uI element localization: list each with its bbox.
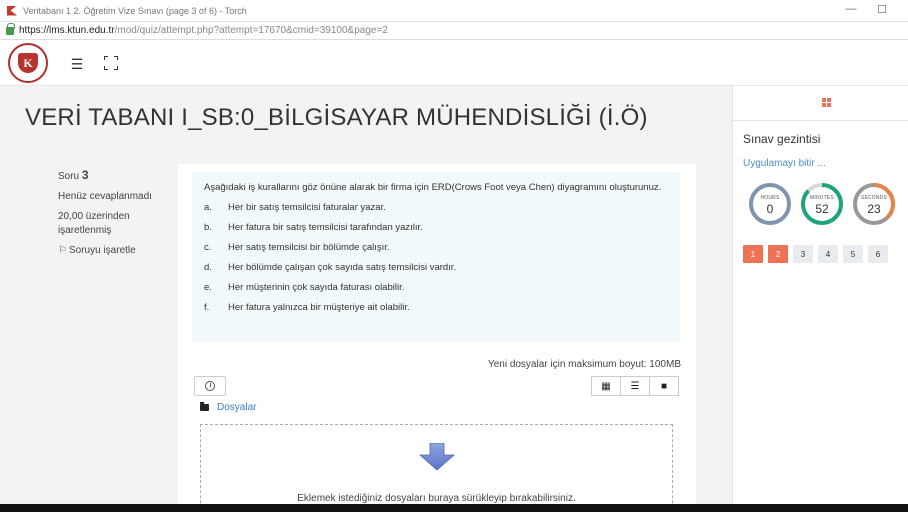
folder-breadcrumb: Dosyalar: [200, 402, 256, 413]
url-host: https://lms.ktun.edu.tr: [19, 25, 115, 36]
quiz-nav-title: Sınav gezintisi: [743, 132, 821, 146]
timer-label: HOURS: [760, 195, 780, 201]
page-title: VERİ TABANI I_SB:0_BİLGİSAYAR MÜHENDİSLİ…: [25, 104, 648, 131]
minimize-button[interactable]: —: [844, 3, 858, 15]
list-item: c. Her satış temsilcisi bir bölümde çalış…: [204, 242, 668, 253]
url-path: /mod/quiz/attempt.php?attempt=17670&cmid…: [114, 25, 388, 36]
grid-icon: ▦: [601, 380, 611, 392]
question-nav-button[interactable]: 2: [768, 245, 788, 263]
folder-icon: [200, 402, 209, 411]
address-bar[interactable]: https://lms.ktun.edu.tr/mod/quiz/attempt…: [0, 22, 908, 40]
list-item-text: Her fatura bir satış temsilcisi tarafınd…: [228, 222, 423, 233]
question-nav-button[interactable]: 4: [818, 245, 838, 263]
question-info: Soru 3 Henüz cevaplanmadı 20,00 üzerinde…: [58, 168, 168, 264]
question-nav-button[interactable]: 3: [793, 245, 813, 263]
list-item-letter: f.: [204, 302, 210, 313]
block-grid-icon[interactable]: [822, 98, 832, 108]
question-nav-button[interactable]: 1: [743, 245, 763, 263]
main-content: VERİ TABANI I_SB:0_BİLGİSAYAR MÜHENDİSLİ…: [0, 86, 732, 504]
files-folder-link[interactable]: Dosyalar: [217, 402, 256, 413]
list-item-text: Her fatura yalnızca bir müşteriye ait ol…: [228, 302, 410, 313]
flag-icon: ⚐: [58, 245, 67, 256]
timer-value: 23: [867, 202, 881, 216]
list-item: a. Her bir satış temsilcisi faturalar yaz…: [204, 202, 668, 213]
question-nav-button[interactable]: 6: [868, 245, 888, 263]
question-grade: 20,00 üzerinden işaretlenmiş: [58, 211, 130, 236]
question-nav-buttons: 1 2 3 4 5 6: [743, 245, 893, 263]
question-intro: Aşağıdaki iş kurallarını göz önüne alara…: [204, 182, 662, 193]
view-tree-button[interactable]: ■: [649, 376, 679, 396]
list-item-text: Her satış temsilcisi bir bölümde çalışır…: [228, 242, 390, 253]
timer-value: 52: [815, 202, 829, 216]
flag-question-link[interactable]: ⚐ Soruyu işaretle: [58, 244, 168, 258]
window-titlebar: Veritabanı 1 2. Öğretim Vize Sınavı (pag…: [0, 0, 908, 22]
clock-icon: [205, 381, 215, 391]
question-status: Henüz cevaplanmadı: [58, 191, 152, 202]
question-number-label: Soru: [58, 171, 80, 182]
hamburger-menu-icon[interactable]: ☰: [70, 56, 84, 73]
logo-shield: K: [18, 53, 38, 73]
site-navbar: K ☰: [0, 40, 908, 86]
question-card: Aşağıdaki iş kurallarını göz önüne alara…: [178, 164, 696, 504]
recent-files-button[interactable]: [194, 376, 226, 396]
list-item: b. Her fatura bir satış temsilcisi tarafı…: [204, 222, 668, 233]
maximize-button[interactable]: ☐: [875, 3, 889, 16]
view-toggle-group: ▦ ☰ ■: [591, 376, 679, 396]
file-drop-zone[interactable]: Eklemek istediğiniz dosyaları buraya sür…: [200, 424, 673, 504]
timer-value: 0: [766, 202, 774, 216]
list-item: e. Her müşterinin çok sayıda faturası ola…: [204, 282, 668, 293]
browser-app-icon: [7, 5, 17, 16]
list-icon: ☰: [630, 380, 640, 392]
timer-hours: HOURS 0: [748, 182, 792, 226]
lock-icon: [6, 22, 15, 35]
fullscreen-icon[interactable]: [104, 56, 118, 70]
timer-seconds: SECONDS 23: [852, 182, 896, 226]
timer-minutes: MINUTES 52: [800, 182, 844, 226]
timer-label: MINUTES: [810, 195, 834, 201]
folder-icon: ■: [660, 380, 668, 392]
list-item-letter: d.: [204, 262, 212, 273]
question-nav-button[interactable]: 5: [843, 245, 863, 263]
list-item-letter: a.: [204, 202, 212, 213]
drop-zone-message: Eklemek istediğiniz dosyaları buraya sür…: [297, 493, 576, 504]
list-item: d. Her bölümde çalışan çok sayıda satış t…: [204, 262, 668, 273]
university-logo[interactable]: K: [8, 43, 48, 83]
quiz-navigation-drawer: Sınav gezintisi Uygulamayı bitir ... HOU…: [732, 86, 908, 504]
question-number-value: 3: [81, 168, 89, 182]
question-number: Soru 3: [58, 168, 168, 184]
view-icons-button[interactable]: ▦: [591, 376, 621, 396]
max-file-size: Yeni dosyalar için maksimum boyut: 100MB: [487, 359, 681, 370]
list-item: f. Her fatura yalnızca bir müşteriye ait …: [204, 302, 668, 313]
view-list-button[interactable]: ☰: [620, 376, 650, 396]
download-arrow-icon: [419, 443, 455, 471]
timer-label: SECONDS: [860, 195, 888, 201]
list-item-text: Her bir satış temsilcisi faturalar yazar…: [228, 202, 386, 213]
list-item-letter: c.: [204, 242, 212, 253]
drawer-divider: [733, 120, 908, 121]
question-text: Aşağıdaki iş kurallarını göz önüne alara…: [192, 172, 680, 342]
taskbar-strip: [0, 504, 908, 512]
list-item-letter: b.: [204, 222, 212, 233]
finish-attempt-link[interactable]: Uygulamayı bitir ...: [743, 158, 826, 169]
list-item-text: Her müşterinin çok sayıda faturası olabi…: [228, 282, 405, 293]
window-title: Veritabanı 1 2. Öğretim Vize Sınavı (pag…: [23, 5, 247, 16]
list-item-letter: e.: [204, 282, 212, 293]
flag-question-label: Soruyu işaretle: [69, 245, 136, 256]
list-item-text: Her bölümde çalışan çok sayıda satış tem…: [228, 262, 457, 273]
